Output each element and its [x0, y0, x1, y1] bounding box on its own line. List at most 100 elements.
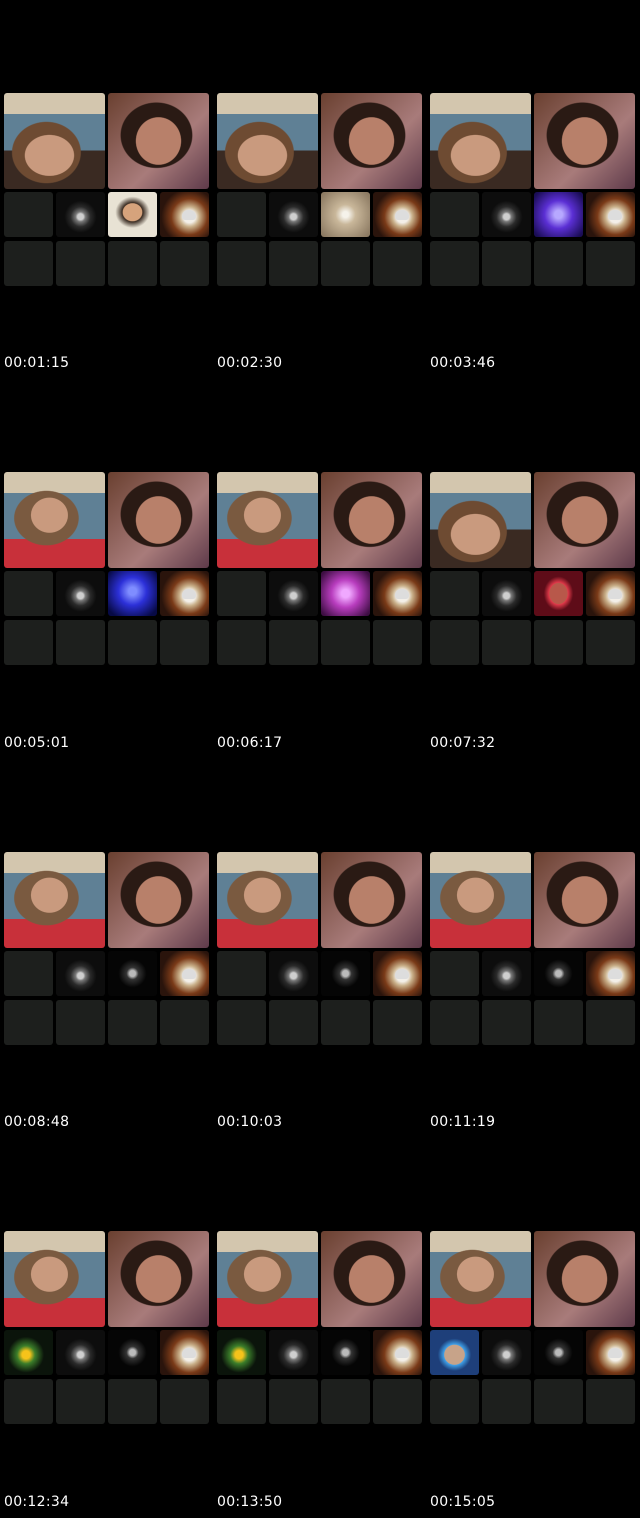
participant-tile-main	[4, 472, 105, 568]
participant-tile-empty	[269, 1000, 318, 1045]
video-frame-thumbnail-10[interactable]	[4, 1231, 210, 1431]
participant-tile-empty	[217, 620, 266, 665]
participant-tile	[373, 192, 422, 237]
video-frame-thumbnail-1[interactable]	[4, 93, 210, 293]
participant-tile	[160, 1330, 209, 1375]
participant-tile-empty	[160, 1379, 209, 1424]
participant-tile	[56, 571, 105, 616]
participant-tile-main	[321, 1231, 422, 1327]
participant-tile	[108, 1330, 157, 1375]
timestamp-label: 00:15:05	[430, 1494, 496, 1510]
video-frame-thumbnail-6[interactable]	[430, 472, 636, 672]
participant-tile-main	[430, 852, 531, 948]
participant-tile-empty	[4, 241, 53, 286]
timestamp-label: 00:10:03	[217, 1114, 283, 1130]
participant-tile-empty	[321, 241, 370, 286]
participant-tile-empty	[4, 192, 53, 237]
participant-tile-main	[430, 1231, 531, 1327]
participant-tile-empty	[4, 571, 53, 616]
participant-tile-empty	[482, 1000, 531, 1045]
participant-tile	[534, 192, 583, 237]
participant-tile-empty	[217, 192, 266, 237]
participant-tile-main	[430, 472, 531, 568]
participant-tile-empty	[321, 620, 370, 665]
participant-tile-empty	[430, 192, 479, 237]
participant-tile-empty	[217, 241, 266, 286]
participant-tile-empty	[373, 620, 422, 665]
participant-tile	[482, 1330, 531, 1375]
participant-tile-empty	[217, 951, 266, 996]
participant-tile-empty	[160, 1000, 209, 1045]
participant-tile-empty	[586, 1000, 635, 1045]
participant-tile	[56, 1330, 105, 1375]
participant-tile-empty	[534, 620, 583, 665]
participant-tile	[160, 571, 209, 616]
timestamp-label: 00:08:48	[4, 1114, 70, 1130]
participant-tile-empty	[321, 1379, 370, 1424]
participant-tile	[56, 951, 105, 996]
participant-tile-empty	[430, 951, 479, 996]
participant-tile	[321, 192, 370, 237]
video-frame-thumbnail-7[interactable]	[4, 852, 210, 1052]
participant-tile-empty	[217, 1000, 266, 1045]
participant-tile-main	[4, 93, 105, 189]
participant-tile-empty	[56, 620, 105, 665]
participant-tile-empty	[534, 1379, 583, 1424]
participant-tile	[108, 571, 157, 616]
participant-tile-empty	[56, 1379, 105, 1424]
participant-tile-empty	[217, 1379, 266, 1424]
video-frame-thumbnail-8[interactable]	[217, 852, 423, 1052]
timestamp-label: 00:12:34	[4, 1494, 70, 1510]
video-frame-thumbnail-5[interactable]	[217, 472, 423, 672]
participant-tile-empty	[430, 571, 479, 616]
participant-tile-empty	[108, 620, 157, 665]
participant-tile-empty	[430, 620, 479, 665]
participant-tile-empty	[482, 1379, 531, 1424]
participant-tile	[373, 1330, 422, 1375]
participant-tile-main	[534, 472, 635, 568]
video-frame-thumbnail-11[interactable]	[217, 1231, 423, 1431]
participant-tile-main	[321, 472, 422, 568]
participant-tile-empty	[482, 241, 531, 286]
participant-tile-main	[108, 472, 209, 568]
video-frame-thumbnail-4[interactable]	[4, 472, 210, 672]
participant-tile	[321, 951, 370, 996]
participant-tile-empty	[373, 1000, 422, 1045]
participant-tile-empty	[269, 1379, 318, 1424]
participant-tile-main	[108, 93, 209, 189]
participant-tile	[321, 571, 370, 616]
participant-tile-empty	[321, 1000, 370, 1045]
participant-tile	[482, 192, 531, 237]
participant-tile-empty	[56, 1000, 105, 1045]
participant-tile	[373, 951, 422, 996]
participant-tile	[269, 192, 318, 237]
participant-tile-empty	[108, 1379, 157, 1424]
video-frame-thumbnail-3[interactable]	[430, 93, 636, 293]
video-frame-thumbnail-2[interactable]	[217, 93, 423, 293]
participant-tile	[534, 571, 583, 616]
participant-tile	[56, 192, 105, 237]
participant-tile-empty	[430, 1000, 479, 1045]
participant-tile	[108, 951, 157, 996]
participant-tile-main	[321, 852, 422, 948]
participant-tile-empty	[373, 1379, 422, 1424]
participant-tile	[108, 192, 157, 237]
participant-tile-main	[217, 93, 318, 189]
timestamp-label: 00:01:15	[4, 355, 70, 371]
participant-tile-empty	[4, 1379, 53, 1424]
participant-tile	[586, 951, 635, 996]
video-frame-thumbnail-9[interactable]	[430, 852, 636, 1052]
participant-tile-empty	[269, 241, 318, 286]
timestamp-label: 00:05:01	[4, 735, 70, 751]
participant-tile-empty	[586, 1379, 635, 1424]
participant-tile-empty	[269, 620, 318, 665]
timestamp-label: 00:03:46	[430, 355, 496, 371]
participant-tile-empty	[586, 620, 635, 665]
participant-tile-empty	[160, 241, 209, 286]
participant-tile-empty	[4, 951, 53, 996]
participant-tile-empty	[217, 571, 266, 616]
participant-tile	[160, 951, 209, 996]
participant-tile-main	[4, 852, 105, 948]
participant-tile-main	[534, 93, 635, 189]
video-frame-thumbnail-12[interactable]	[430, 1231, 636, 1431]
